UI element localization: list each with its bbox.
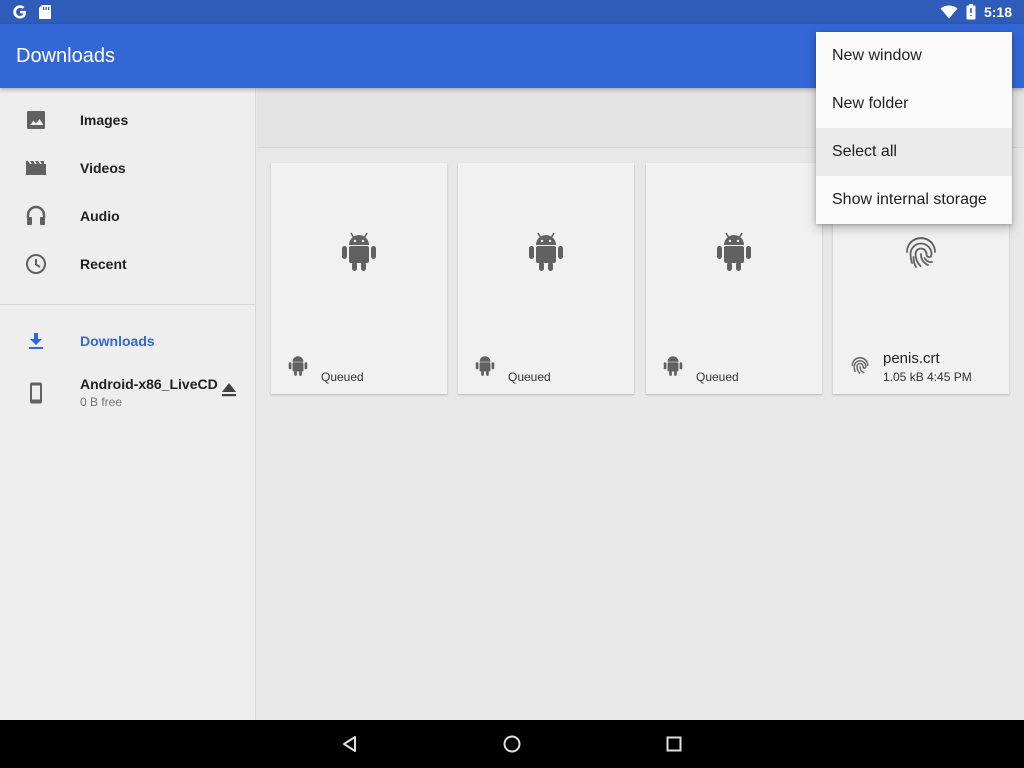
file-meta: 1.05 kB 4:45 PM [883,370,972,384]
sidebar-item-images[interactable]: Images [0,96,255,144]
menu-item-show-internal-storage[interactable]: Show internal storage [816,176,1012,224]
sidebar-item-label: Images [80,112,129,128]
fingerprint-icon [901,233,941,277]
android-icon [339,229,379,273]
back-icon[interactable] [338,732,362,756]
svg-text:x: x [952,12,957,19]
sidebar-item-label: Recent [80,256,127,272]
google-icon [12,4,28,20]
sidebar-item-label: Videos [80,160,126,176]
android-icon [714,229,754,273]
sidebar-item-label: Audio [80,208,120,224]
sidebar-item-videos[interactable]: Videos [0,144,255,192]
clock-icon [24,252,48,276]
android-icon [526,229,566,273]
audio-icon [24,204,48,228]
recents-icon[interactable] [662,732,686,756]
sd-card-icon [38,4,52,20]
sidebar-item-audio[interactable]: Audio [0,192,255,240]
root-title: Android-x86_LiveCD [80,376,218,392]
fingerprint-icon [849,355,871,379]
battery-icon [966,4,976,20]
root-free-space: 0 B free [80,395,123,409]
page-title: Downloads [16,44,115,67]
status-bar: x 5:18 [0,0,1024,24]
android-icon [662,353,684,377]
status-time: 5:18 [983,4,1012,20]
menu-item-new-window[interactable]: New window [816,32,1012,80]
sidebar-item-downloads[interactable]: Downloads [0,317,255,365]
file-card[interactable]: Queued [458,163,634,394]
android-icon [287,353,309,377]
download-icon [24,329,48,353]
menu-item-new-folder[interactable]: New folder [816,80,1012,128]
file-status: Queued [696,370,739,384]
overflow-menu: New window New folder Select all Show in… [816,32,1012,224]
home-icon[interactable] [500,732,524,756]
sidebar-item-android-livecd[interactable]: Android-x86_LiveCD 0 B free [0,365,255,421]
sidebar-item-label: Downloads [80,333,155,349]
file-card[interactable]: Queued [646,163,822,394]
file-name: penis.crt [883,350,940,367]
image-icon [24,108,48,132]
navigation-drawer: Images Videos Audio Recent Downloads And… [0,88,256,720]
sidebar-item-recent[interactable]: Recent [0,240,255,288]
phone-icon [24,381,48,405]
menu-item-select-all[interactable]: Select all [816,128,1012,176]
sidebar-divider [0,304,255,305]
file-status: Queued [508,370,551,384]
android-icon [474,353,496,377]
eject-icon[interactable] [218,379,240,401]
file-status: Queued [321,370,364,384]
wifi-icon: x [940,5,958,19]
file-card[interactable]: Queued [271,163,447,394]
video-icon [24,156,48,180]
system-nav-bar [0,720,1024,768]
